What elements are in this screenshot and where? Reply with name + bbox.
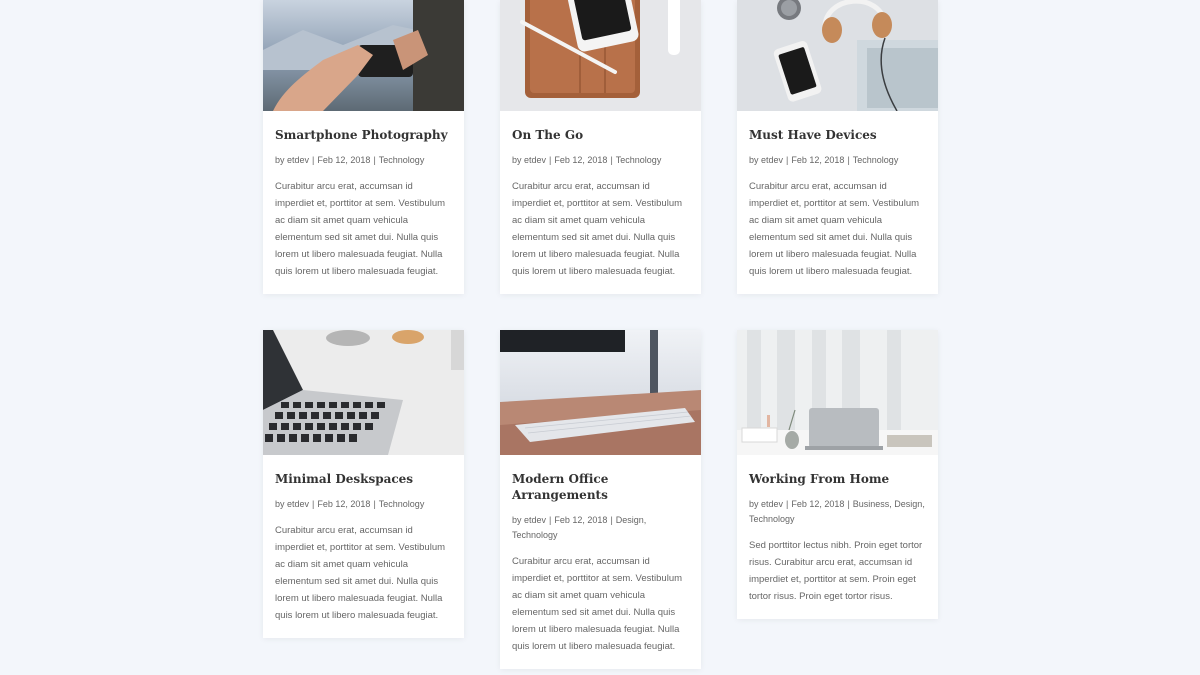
featured-image-smartphone-photography[interactable] [263,0,464,111]
featured-image-minimal-deskspaces[interactable] [263,330,464,455]
meta-separator: | [549,515,552,525]
meta-separator: | [610,515,613,525]
post-excerpt: Curabitur arcu erat, accumsan id imperdi… [512,556,683,652]
meta-separator: | [373,499,376,509]
post-meta: by etdev | Feb 12, 2018 | Business, Design, … [749,497,926,527]
card-body: Working From Home by etdev | Feb 12, 2018 |… [737,455,938,619]
meta-by-label: by [512,515,525,525]
blog-card: Smartphone Photography by etdev | Feb 12, … [263,0,464,294]
meta-separator: | [847,155,850,165]
post-date: Feb 12, 2018 [791,499,845,509]
post-date: Feb 12, 2018 [791,155,845,165]
card-body: Smartphone Photography by etdev | Feb 12, … [263,111,464,294]
post-categories-link[interactable]: Technology [379,499,425,509]
post-meta: by etdev | Feb 12, 2018 | Technology [512,153,689,168]
meta-separator: | [847,499,850,509]
post-excerpt: Curabitur arcu erat, accumsan id imperdi… [749,181,920,277]
blog-card: Minimal Deskspaces by etdev | Feb 12, 2018… [263,330,464,638]
card-body: On The Go by etdev | Feb 12, 2018 | Technolo… [500,111,701,294]
meta-separator: | [312,499,315,509]
card-body: Must Have Devices by etdev | Feb 12, 2018 |… [737,111,938,294]
meta-separator: | [786,155,789,165]
post-author-link[interactable]: etdev [287,155,309,165]
post-categories-link[interactable]: Technology [616,155,662,165]
blog-card: Working From Home by etdev | Feb 12, 2018 |… [737,330,938,619]
meta-by-label: by [749,499,762,509]
blog-grid: Smartphone Photography by etdev | Feb 12, … [263,0,938,669]
meta-separator: | [549,155,552,165]
post-date: Feb 12, 2018 [317,155,371,165]
post-excerpt: Curabitur arcu erat, accumsan id imperdi… [512,181,683,277]
post-meta: by etdev | Feb 12, 2018 | Technology [275,497,452,512]
post-author-link[interactable]: etdev [524,155,546,165]
post-title[interactable]: Modern Office Arrangements [512,471,689,503]
post-excerpt: Curabitur arcu erat, accumsan id imperdi… [275,181,446,277]
post-author-link[interactable]: etdev [524,515,546,525]
featured-image-must-have-devices[interactable] [737,0,938,111]
meta-separator: | [610,155,613,165]
featured-image-working-from-home[interactable] [737,330,938,455]
featured-image-modern-office-arrangements[interactable] [500,330,701,455]
meta-by-label: by [275,499,288,509]
blog-card: Modern Office Arrangements by etdev | Feb … [500,330,701,669]
post-meta: by etdev | Feb 12, 2018 | Technology [275,153,452,168]
post-author-link[interactable]: etdev [761,155,783,165]
post-title[interactable]: Working From Home [749,471,926,487]
post-title[interactable]: On The Go [512,127,689,143]
featured-image-on-the-go[interactable] [500,0,701,111]
post-author-link[interactable]: etdev [287,499,309,509]
post-author-link[interactable]: etdev [761,499,783,509]
meta-by-label: by [512,155,525,165]
card-body: Modern Office Arrangements by etdev | Feb … [500,455,701,669]
meta-by-label: by [749,155,762,165]
post-meta: by etdev | Feb 12, 2018 | Technology [749,153,926,168]
meta-separator: | [373,155,376,165]
meta-separator: | [786,499,789,509]
blog-card: On The Go by etdev | Feb 12, 2018 | Technolo… [500,0,701,294]
post-title[interactable]: Smartphone Photography [275,127,452,143]
post-title[interactable]: Must Have Devices [749,127,926,143]
post-categories-link[interactable]: Technology [853,155,899,165]
post-date: Feb 12, 2018 [554,155,608,165]
meta-separator: | [312,155,315,165]
post-date: Feb 12, 2018 [317,499,371,509]
post-date: Feb 12, 2018 [554,515,608,525]
meta-by-label: by [275,155,288,165]
card-body: Minimal Deskspaces by etdev | Feb 12, 2018… [263,455,464,638]
post-excerpt: Curabitur arcu erat, accumsan id imperdi… [275,525,446,621]
post-categories-link[interactable]: Technology [379,155,425,165]
post-meta: by etdev | Feb 12, 2018 | Design, Technology [512,513,689,543]
post-excerpt: Sed porttitor lectus nibh. Proin eget to… [749,540,923,602]
post-title[interactable]: Minimal Deskspaces [275,471,452,487]
blog-card: Must Have Devices by etdev | Feb 12, 2018 |… [737,0,938,294]
